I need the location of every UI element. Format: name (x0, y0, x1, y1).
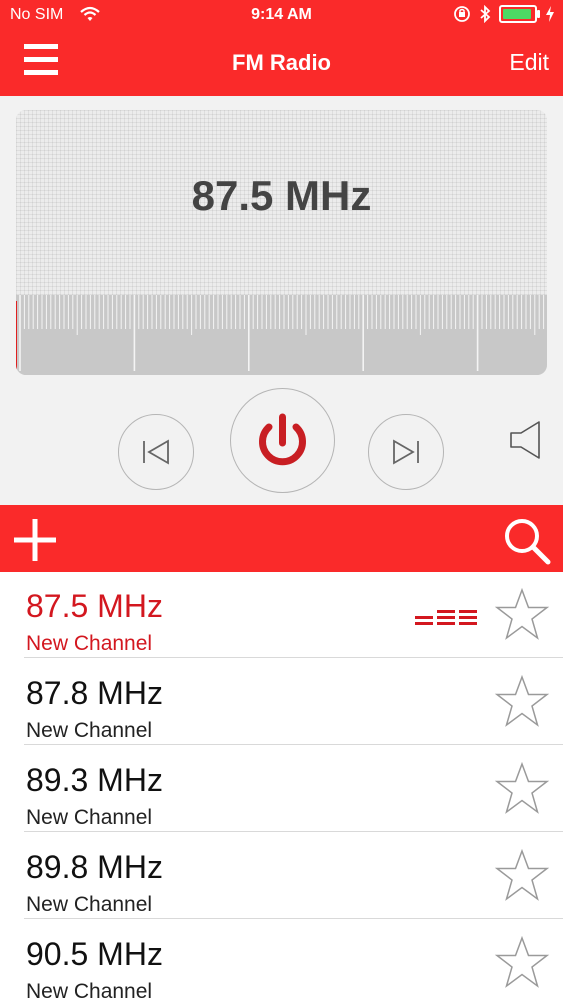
next-station-button[interactable] (368, 414, 444, 490)
nav-bar: FM Radio Edit (0, 30, 563, 96)
channel-frequency: 89.3 MHz (26, 762, 163, 798)
add-channel-button[interactable] (12, 517, 58, 563)
channel-row[interactable]: 90.5 MHz New Channel (0, 920, 563, 1000)
power-button[interactable] (230, 388, 335, 493)
volume-button[interactable] (505, 418, 545, 462)
channel-name: New Channel (26, 806, 153, 829)
channel-list: 87.5 MHz New Channel 87.8 MHz New Channe… (0, 572, 563, 1000)
channel-frequency: 90.5 MHz (26, 936, 163, 972)
search-icon (505, 519, 551, 565)
status-bar: No SIM 9:14 AM (0, 0, 563, 30)
edit-button[interactable]: Edit (509, 49, 549, 76)
speaker-icon (510, 421, 540, 459)
channel-frequency: 89.8 MHz (26, 849, 163, 885)
hamburger-icon (24, 44, 58, 49)
charging-icon (546, 6, 554, 22)
frequency-scale[interactable] (16, 295, 547, 375)
channel-frequency: 87.8 MHz (26, 675, 163, 711)
channel-row[interactable]: 87.8 MHz New Channel (0, 659, 563, 745)
channel-row[interactable]: 87.5 MHz New Channel (0, 572, 563, 658)
channel-name: New Channel (26, 719, 153, 742)
action-bar (0, 505, 563, 572)
bluetooth-icon (480, 5, 491, 23)
search-button[interactable] (503, 517, 551, 565)
page-title: FM Radio (232, 50, 331, 75)
channel-row[interactable]: 89.8 MHz New Channel (0, 833, 563, 919)
channel-frequency: 87.5 MHz (26, 588, 163, 624)
favorite-star-icon[interactable] (494, 936, 550, 990)
favorite-star-icon[interactable] (494, 762, 550, 816)
now-playing-icon (415, 610, 477, 625)
skip-next-icon (393, 439, 419, 465)
previous-station-button[interactable] (118, 414, 194, 490)
channel-name: New Channel (26, 980, 153, 1000)
power-icon (259, 413, 306, 466)
tuner-panel: 87.5 MHz (0, 96, 563, 506)
favorite-star-icon[interactable] (494, 675, 550, 729)
plus-icon (14, 519, 56, 561)
channel-name: New Channel (26, 632, 153, 655)
channel-name: New Channel (26, 893, 153, 916)
tuner-dial[interactable]: 87.5 MHz (16, 110, 547, 375)
current-frequency: 87.5 MHz (191, 172, 372, 219)
favorite-star-icon[interactable] (494, 588, 550, 642)
battery-icon (499, 5, 540, 23)
tuning-needle[interactable] (16, 301, 17, 371)
skip-previous-icon (143, 439, 169, 465)
orientation-lock-icon (454, 6, 470, 22)
favorite-star-icon[interactable] (494, 849, 550, 903)
channel-row[interactable]: 89.3 MHz New Channel (0, 746, 563, 832)
status-icons (453, 5, 555, 23)
